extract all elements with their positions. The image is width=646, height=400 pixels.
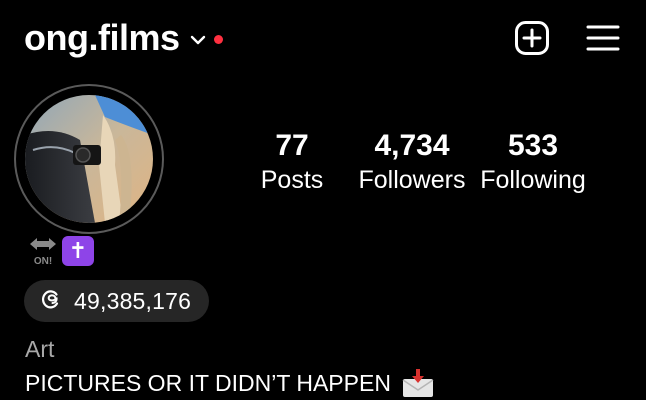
posts-label: Posts — [260, 166, 324, 194]
latin-cross-icon: ✝ — [62, 236, 94, 266]
hamburger-menu-icon — [585, 23, 621, 58]
following-label: Following — [480, 166, 586, 194]
posts-count[interactable]: 77 Posts — [244, 128, 340, 196]
new-post-button[interactable] — [512, 20, 552, 60]
profile-badges: ON! ✝ — [28, 236, 94, 267]
menu-button[interactable] — [582, 20, 624, 60]
followers-count[interactable]: 4,734 Followers — [354, 128, 470, 196]
threads-icon — [40, 288, 62, 315]
profile-photo — [25, 95, 153, 223]
threads-link[interactable]: 49,385,176 — [24, 280, 209, 322]
plus-square-icon — [514, 20, 550, 61]
posts-number: 77 — [275, 129, 309, 162]
threads-follower-count: 49,385,176 — [74, 287, 192, 314]
profile-category: Art — [25, 336, 55, 362]
avatar[interactable] — [14, 84, 164, 234]
chevron-down-icon[interactable] — [190, 34, 206, 46]
username[interactable]: ong.films — [24, 16, 180, 60]
followers-number: 4,734 — [374, 129, 450, 162]
account-switcher[interactable]: ong.films — [24, 16, 223, 60]
on-badge-label: ON! — [34, 256, 52, 266]
envelope-with-arrow-icon — [401, 368, 435, 398]
on-badge-icon: ON! — [28, 236, 58, 267]
bio-text: PICTURES OR IT DIDN’T HAPPEN — [25, 369, 391, 396]
profile-header: ong.films — [0, 0, 646, 80]
notification-dot — [213, 34, 223, 44]
followers-label: Followers — [358, 166, 466, 194]
following-number: 533 — [507, 129, 559, 162]
bio: PICTURES OR IT DIDN’T HAPPEN — [25, 368, 435, 398]
following-count[interactable]: 533 Following — [474, 128, 592, 196]
